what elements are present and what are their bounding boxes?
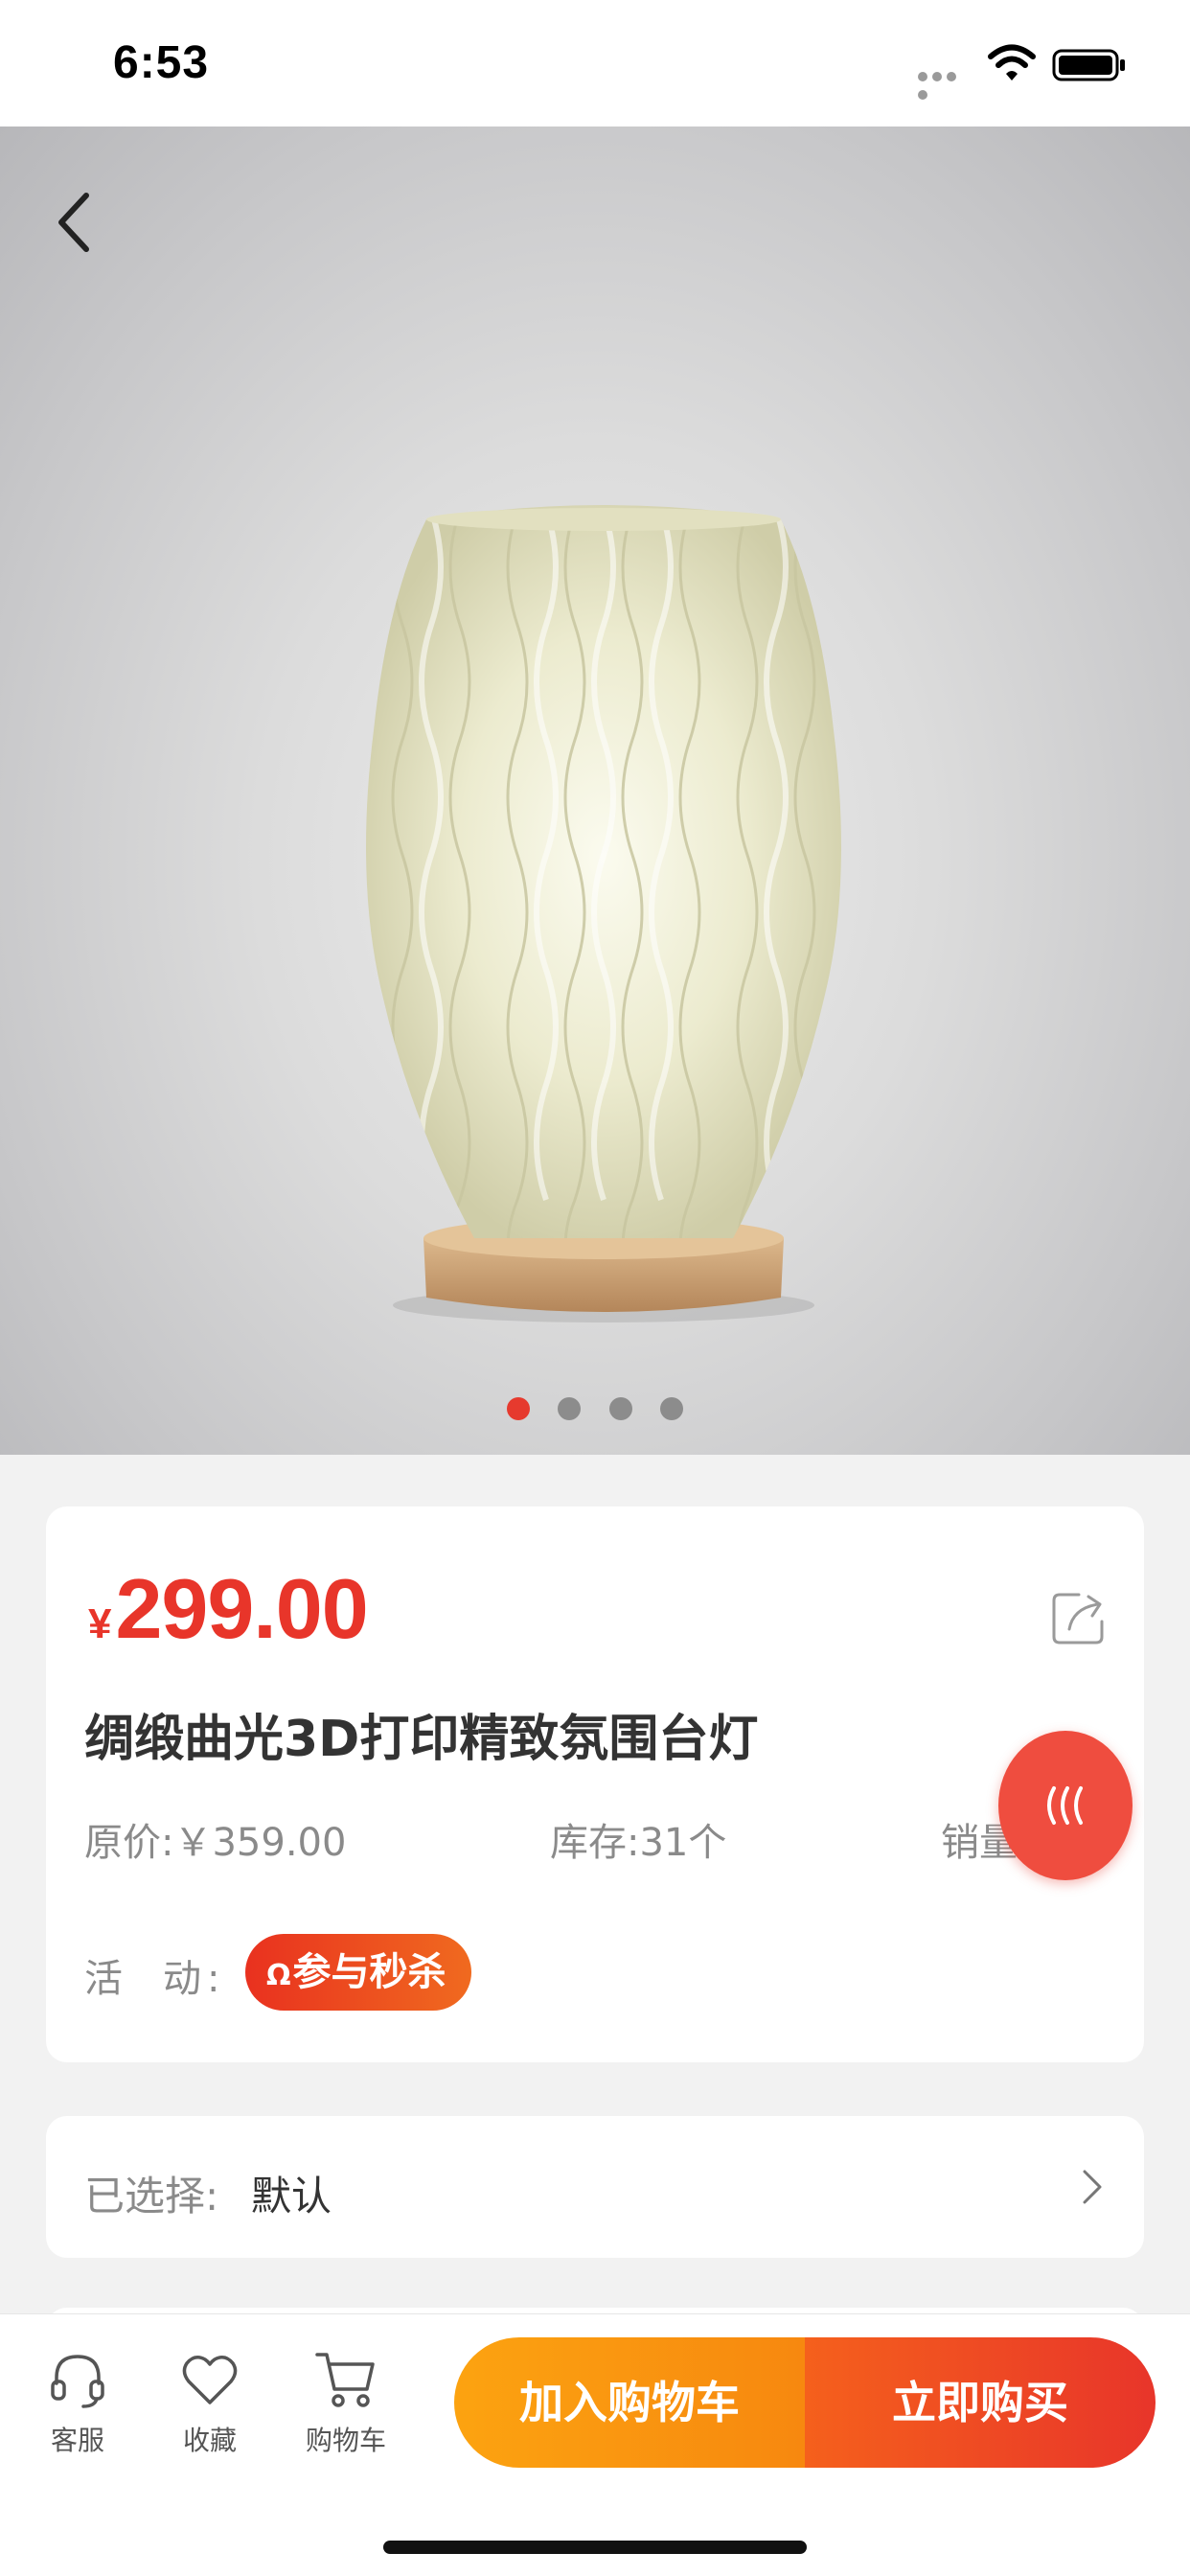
cart-label: 购物车 xyxy=(305,2425,386,2456)
spec-selector-label: 已选择: xyxy=(84,2173,219,2220)
carousel-dot[interactable] xyxy=(659,1397,683,1420)
cellular-signal-icon xyxy=(918,67,973,100)
buy-now-button[interactable]: 立即购买 xyxy=(805,2337,1156,2468)
bottom-action-bar: 客服 收藏 购物车 加入购物车 立即购买 xyxy=(0,2313,1190,2576)
original-price: 原价:￥359.00 xyxy=(84,1821,347,1865)
carousel-dot[interactable] xyxy=(558,1397,582,1420)
product-info-card: ¥299.00 绸缎曲光3D打印精致氛围台灯 原价:￥359.00 库存:31个… xyxy=(46,1506,1144,2062)
battery-icon xyxy=(1052,49,1125,81)
shopping-cart-icon xyxy=(315,2353,375,2407)
stock-count: 库存:31个 xyxy=(550,1821,727,1865)
heart-icon xyxy=(182,2356,238,2404)
floating-action-button[interactable] xyxy=(998,1731,1133,1880)
spec-selector-row[interactable]: 已选择: 默认 xyxy=(46,2116,1144,2258)
carousel-dot-active[interactable] xyxy=(507,1397,531,1420)
status-time: 6:53 xyxy=(113,37,210,88)
spec-selector-value: 默认 xyxy=(251,2173,332,2220)
chevron-right-icon xyxy=(1083,2170,1102,2204)
product-price: ¥299.00 xyxy=(88,1560,369,1658)
share-icon[interactable] xyxy=(1050,1589,1108,1646)
add-to-cart-button[interactable]: 加入购物车 xyxy=(454,2337,805,2468)
favorite-label: 收藏 xyxy=(182,2425,237,2456)
lamp-photo xyxy=(366,505,841,1322)
seckill-icon: Ω xyxy=(266,1959,291,1992)
favorite-button[interactable]: 收藏 xyxy=(157,2349,263,2458)
price-amount: 299.00 xyxy=(115,1561,368,1656)
customer-service-button[interactable]: 客服 xyxy=(25,2349,130,2458)
customer-service-label: 客服 xyxy=(50,2425,104,2456)
wave-arrows-icon xyxy=(1047,1786,1083,1825)
price-currency: ¥ xyxy=(88,1600,112,1647)
carousel-pagination xyxy=(0,1397,1190,1426)
product-title: 绸缎曲光3D打印精致氛围台灯 xyxy=(84,1711,759,1768)
back-arrow-icon[interactable] xyxy=(48,186,102,259)
headset-icon xyxy=(51,2355,104,2408)
product-detail-page: 6:53 ¥299.00 绸缎曲光3D打印精致氛围台灯 原价:￥359.00 库… xyxy=(0,0,1190,2576)
home-indicator[interactable] xyxy=(383,2541,807,2554)
cart-button[interactable]: 购物车 xyxy=(293,2349,399,2458)
seckill-label: 参与秒杀 xyxy=(292,1950,446,1994)
product-image-carousel[interactable] xyxy=(0,126,1190,1455)
seckill-badge[interactable]: Ω参与秒杀 xyxy=(245,1934,471,2011)
activity-label: 活动: xyxy=(84,1957,226,2001)
carousel-dot[interactable] xyxy=(608,1397,632,1420)
wifi-icon xyxy=(988,44,1036,80)
status-bar: 6:53 xyxy=(0,0,1190,126)
